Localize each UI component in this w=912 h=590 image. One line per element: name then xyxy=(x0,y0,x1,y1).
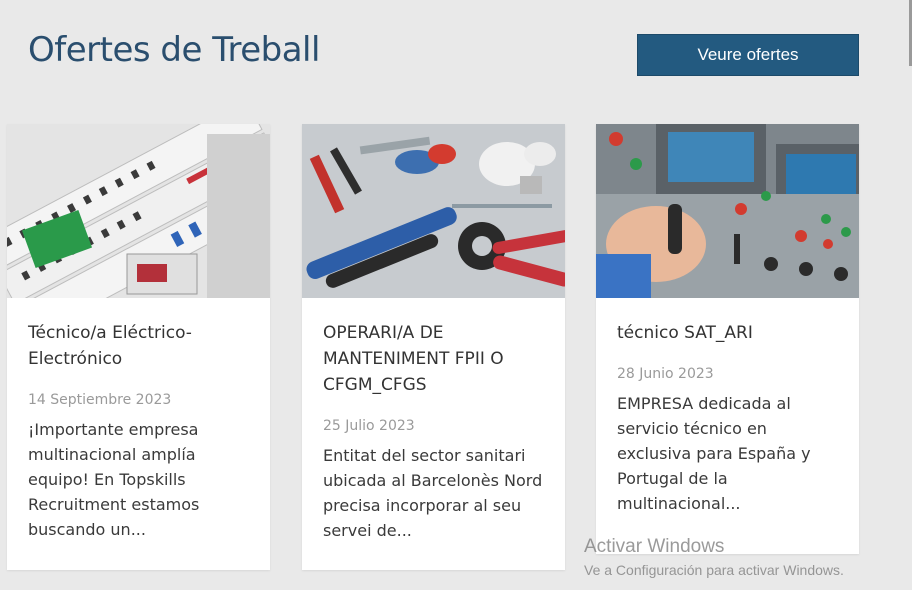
card-excerpt: Entitat del sector sanitari ubicada al B… xyxy=(323,446,543,540)
job-card[interactable]: OPERARI/A DE MANTENIMENT FPII O CFGM_CFG… xyxy=(302,124,565,570)
view-offers-button[interactable]: Veure ofertes xyxy=(637,34,859,76)
tools-image[interactable] xyxy=(302,124,565,298)
job-card[interactable]: técnico SAT_ARI 28 Junio 2023 EMPRESA de… xyxy=(596,124,859,554)
card-title[interactable]: OPERARI/A DE MANTENIMENT FPII O CFGM_CFG… xyxy=(323,320,545,398)
card-title[interactable]: técnico SAT_ARI xyxy=(617,320,839,346)
card-title[interactable]: Técnico/a Eléctrico-Electrónico xyxy=(28,320,250,372)
control-console-image[interactable] xyxy=(596,124,859,298)
card-excerpt: EMPRESA dedicada al servicio técnico en … xyxy=(617,394,811,513)
card-date: 14 Septiembre 2023 xyxy=(28,392,172,408)
electrical-panel-image[interactable] xyxy=(7,124,270,298)
job-card[interactable]: Técnico/a Eléctrico-Electrónico 14 Septi… xyxy=(7,124,270,570)
card-date: 28 Junio 2023 xyxy=(617,366,714,382)
page-title: Ofertes de Treball xyxy=(28,30,320,70)
card-date: 25 Julio 2023 xyxy=(323,418,415,434)
watermark-subtitle: Ve a Configuración para activar Windows. xyxy=(584,562,844,578)
card-excerpt: ¡Importante empresa multinacional amplía… xyxy=(28,420,200,539)
